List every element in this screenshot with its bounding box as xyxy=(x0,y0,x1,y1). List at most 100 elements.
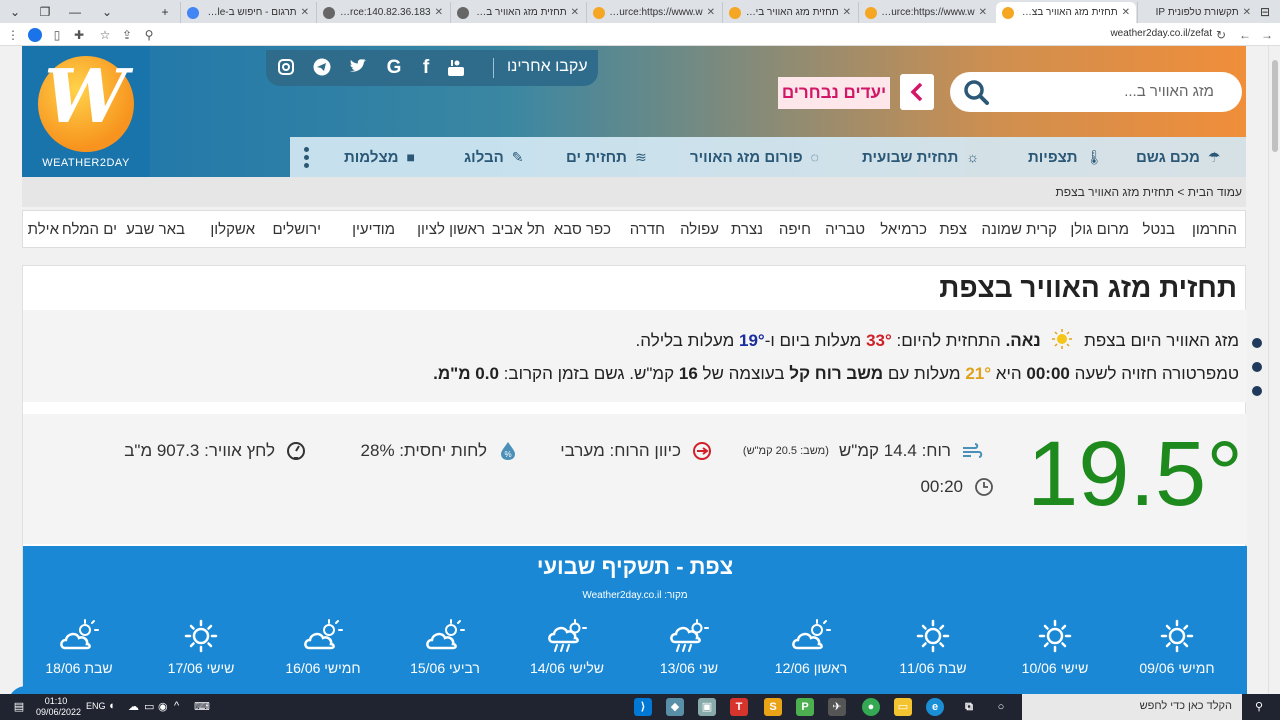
nav-rain-radar[interactable]: ☂ מכם גשם xyxy=(1136,137,1221,177)
close-icon[interactable]: ✕ xyxy=(435,7,443,18)
sidepanel-icon[interactable]: ▯ xyxy=(48,26,66,43)
destinations-arrow-button[interactable] xyxy=(900,74,934,110)
section-dot[interactable] xyxy=(1252,338,1262,348)
edge-icon[interactable]: e xyxy=(926,698,944,716)
forecast-day[interactable]: שלישי 14/06 xyxy=(517,618,617,676)
forward-icon[interactable]: ← xyxy=(1236,26,1254,43)
app-icon[interactable]: ▣ xyxy=(698,698,716,716)
app-icon[interactable]: S xyxy=(764,698,782,716)
forecast-day[interactable]: שישי 17/06 xyxy=(151,618,251,676)
browser-tab-active[interactable]: ✕ תחזית מזג האוויר בצפת - xyxy=(996,2,1136,23)
more-menu-icon[interactable] xyxy=(304,147,310,168)
browser-tab[interactable]: ✕ view-source:140.82.36.183 xyxy=(316,2,449,23)
page-scrollbar[interactable] xyxy=(1268,46,1280,694)
twitter-icon[interactable] xyxy=(348,58,368,78)
notifications-icon[interactable]: ▤ xyxy=(10,698,28,716)
city-link[interactable]: החרמון xyxy=(1192,221,1237,238)
menu-dots-icon[interactable]: ⋮ xyxy=(4,26,22,43)
city-link[interactable]: חיפה xyxy=(779,221,811,238)
search-icon[interactable]: ⚲ xyxy=(1250,698,1268,716)
city-link[interactable]: מודיעין xyxy=(352,221,395,238)
telegram-icon[interactable] xyxy=(312,58,332,78)
restore-icon[interactable]: ❐ xyxy=(30,0,60,23)
breadcrumb[interactable]: עמוד הבית > תחזית מזג האוויר בצפת xyxy=(1055,185,1242,199)
city-link[interactable]: אשקלון xyxy=(210,221,255,238)
city-link[interactable]: מרום גולן xyxy=(1070,221,1129,238)
keyboard-icon[interactable]: ⌨ xyxy=(194,700,210,713)
close-icon[interactable]: ✕ xyxy=(571,7,579,18)
city-link[interactable]: חדרה xyxy=(630,221,665,238)
tray-chevron-icon[interactable]: ^ xyxy=(174,700,179,712)
nav-observations[interactable]: 🌡 תצפיות xyxy=(1028,137,1103,177)
city-link[interactable]: עפולה xyxy=(680,221,719,238)
close-icon[interactable]: ✕ xyxy=(707,7,715,18)
city-link[interactable]: באר שבע xyxy=(126,221,185,238)
forecast-day[interactable]: רביעי 15/06 xyxy=(395,618,495,676)
nav-cameras[interactable]: ■ מצלמות xyxy=(344,137,415,177)
browser-tab[interactable]: ✕ תקשורת טלפונית IP xyxy=(1137,2,1257,23)
browser-tab[interactable]: ✕ view-source:https://www.w xyxy=(586,2,721,23)
taskbar-clock[interactable]: 01:10 09/06/2022 xyxy=(36,696,81,718)
nav-blog[interactable]: ✎ הבלוג xyxy=(464,137,523,177)
city-link[interactable]: ראשון לציון xyxy=(417,221,485,238)
cloud-icon[interactable]: ☁ xyxy=(128,700,139,713)
extensions-icon[interactable]: ✚ xyxy=(70,26,88,43)
facebook-icon[interactable]: f xyxy=(416,58,436,78)
close-icon[interactable]: ✕ xyxy=(301,7,309,18)
forecast-day[interactable]: שישי 10/06 xyxy=(1005,618,1105,676)
city-link[interactable]: קרית שמונה xyxy=(982,221,1057,238)
url-field[interactable]: weather2day.co.il/zefat xyxy=(1110,28,1212,39)
city-link[interactable]: כרמיאל xyxy=(880,221,927,238)
window-menu-icon[interactable]: ⊟ xyxy=(1250,0,1280,23)
meet-icon[interactable]: ◉ xyxy=(158,700,168,713)
network-icon[interactable]: ▭ xyxy=(144,700,154,713)
chevron-down-icon[interactable]: ⌄ xyxy=(92,0,122,23)
browser-tab[interactable]: ✕ תחזית מזג האוויר בית שמי xyxy=(722,2,857,23)
share-icon[interactable]: ⇪ xyxy=(118,26,136,43)
nav-sea-forecast[interactable]: ≋ תחזית ים xyxy=(566,137,647,177)
browser-tab[interactable]: ✕ view-source:https://www.w xyxy=(858,2,993,23)
folder-icon[interactable]: ▭ xyxy=(894,698,912,716)
nav-weekly-forecast[interactable]: ☼ תחזית שבועית xyxy=(862,137,979,177)
forecast-day[interactable]: שבת 18/06 xyxy=(29,618,129,676)
forecast-day[interactable]: חמישי 16/06 xyxy=(273,618,373,676)
city-link[interactable]: נצרת xyxy=(731,221,763,238)
close-icon[interactable]: ✕ xyxy=(1122,7,1130,18)
close-icon[interactable]: ✕ xyxy=(979,7,987,18)
cortana-icon[interactable]: ○ xyxy=(992,698,1010,716)
profile-icon[interactable] xyxy=(26,26,44,43)
back-icon[interactable]: → xyxy=(1258,26,1276,43)
section-dot[interactable] xyxy=(1252,386,1262,396)
browser-tab[interactable]: ✕ תחזית מזג האוויר בצפת - xyxy=(450,2,585,23)
app-icon[interactable]: T xyxy=(730,698,748,716)
forecast-day[interactable]: שבת 11/06 xyxy=(883,618,983,676)
search-icon[interactable] xyxy=(962,78,990,106)
tab-search-icon[interactable]: ⌄ xyxy=(0,0,30,23)
city-link[interactable]: אילת xyxy=(28,221,59,238)
section-dot[interactable] xyxy=(1252,362,1262,372)
site-logo[interactable]: W WEATHER2DAY xyxy=(22,46,150,177)
volume-icon[interactable]: ◖ xyxy=(108,700,115,712)
city-link[interactable]: בנטל xyxy=(1142,221,1175,238)
city-link[interactable]: צפת xyxy=(939,221,967,238)
close-icon[interactable]: ✕ xyxy=(843,7,851,18)
minimize-icon[interactable]: — xyxy=(60,0,90,23)
zoom-icon[interactable]: ⚲ xyxy=(140,26,158,43)
city-link[interactable]: כפר סבא xyxy=(554,221,611,238)
taskbar-search-input[interactable]: הקלד כאן כדי לחפש xyxy=(1022,694,1242,720)
city-link[interactable]: טבריה xyxy=(825,221,865,238)
chrome-icon[interactable]: ● xyxy=(862,698,880,716)
city-search-input[interactable]: מזג האוויר ב... xyxy=(950,72,1242,112)
forecast-day[interactable]: שני 13/06 xyxy=(639,618,739,676)
bookmark-star-icon[interactable]: ☆ xyxy=(96,26,114,43)
app-icon[interactable]: ✈ xyxy=(828,698,846,716)
new-tab-icon[interactable]: + xyxy=(150,0,180,23)
google-icon[interactable]: G xyxy=(384,58,404,78)
forecast-day[interactable]: ראשון 12/06 xyxy=(761,618,861,676)
youtube-icon[interactable] xyxy=(446,58,466,78)
app-icon[interactable]: ◆ xyxy=(666,698,684,716)
city-link[interactable]: ים המלח xyxy=(62,221,117,238)
task-view-icon[interactable]: ⧉ xyxy=(960,698,978,716)
browser-tab[interactable]: ✕ תרגום - חיפוש ב-Google xyxy=(180,2,315,23)
selected-destinations-button[interactable]: יעדים נבחרים xyxy=(778,77,890,109)
